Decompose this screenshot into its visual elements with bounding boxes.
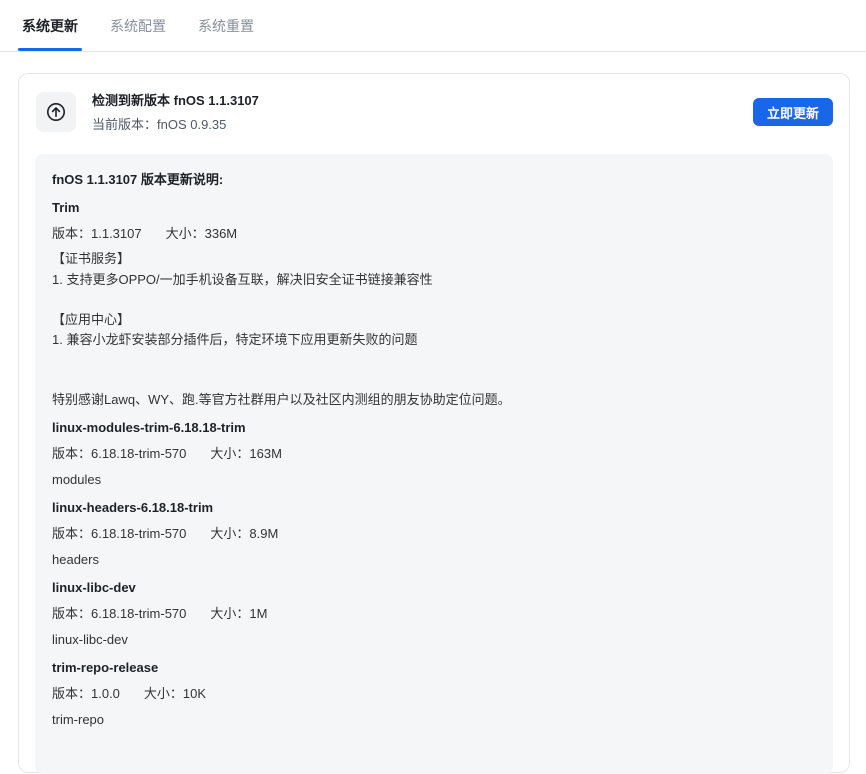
tab-system-reset[interactable]: 系统重置 — [198, 17, 254, 35]
package-desc: modules — [52, 472, 102, 487]
tab-bar: 系统更新 系统配置 系统重置 — [0, 0, 866, 52]
arrow-up-circle-icon — [47, 103, 65, 121]
package-version: 版本：1.0.0 — [52, 686, 120, 701]
active-tab-indicator — [18, 48, 82, 51]
package-version: 版本：1.1.3107 — [52, 226, 142, 241]
notes-section-title: 【应用中心】 — [52, 312, 131, 327]
package-meta: 版本：1.1.3107 大小：336M — [52, 225, 237, 243]
package-size: 大小：336M — [165, 226, 238, 241]
package-name: Trim — [52, 200, 80, 215]
package-desc: headers — [52, 552, 99, 567]
package-version: 版本：6.18.18-trim-570 — [52, 446, 187, 461]
package-name: linux-modules-trim-6.18.18-trim — [52, 420, 246, 435]
package-size: 大小：10K — [143, 686, 207, 701]
package-desc: linux-libc-dev — [52, 632, 128, 647]
package-size: 大小：163M — [210, 446, 282, 461]
package-name: linux-libc-dev — [52, 580, 136, 595]
package-meta: 版本：1.0.0 大小：10K — [52, 685, 206, 703]
package-version: 版本：6.18.18-trim-570 — [52, 526, 187, 541]
package-name: linux-headers-6.18.18-trim — [52, 500, 214, 515]
tab-system-config[interactable]: 系统配置 — [110, 17, 166, 35]
package-size: 大小：8.9M — [210, 526, 279, 541]
notes-item: 1. 兼容小龙虾安装部分插件后，特定环境下应用更新失败的问题 — [52, 332, 418, 347]
new-version-title: 检测到新版本 fnOS 1.1.3107 — [92, 93, 259, 108]
package-desc: trim-repo — [52, 712, 105, 727]
release-notes: fnOS 1.1.3107 版本更新说明: Trim 版本：1.1.3107 大小… — [35, 154, 833, 774]
update-icon-container — [36, 92, 76, 132]
release-notes-heading: fnOS 1.1.3107 版本更新说明: — [52, 172, 224, 187]
update-card: 检测到新版本 fnOS 1.1.3107 当前版本：fnOS 0.9.35 立即… — [18, 73, 850, 774]
package-meta: 版本：6.18.18-trim-570 大小：163M — [52, 445, 282, 463]
tab-system-update[interactable]: 系统更新 — [22, 17, 78, 35]
notes-item: 1. 支持更多OPPO/一加手机设备互联，解决旧安全证书链接兼容性 — [52, 272, 433, 287]
current-version-text: 当前版本：fnOS 0.9.35 — [92, 117, 227, 132]
notes-section-title: 【证书服务】 — [52, 251, 131, 266]
package-meta: 版本：6.18.18-trim-570 大小：1M — [52, 605, 267, 623]
package-name: trim-repo-release — [52, 660, 159, 675]
package-version: 版本：6.18.18-trim-570 — [52, 606, 187, 621]
update-now-button[interactable]: 立即更新 — [753, 98, 833, 126]
notes-thanks: 特别感谢Lawq、WY、跑.等官方社群用户以及社区内测组的朋友协助定位问题。 — [52, 392, 511, 407]
package-size: 大小：1M — [210, 606, 268, 621]
package-meta: 版本：6.18.18-trim-570 大小：8.9M — [52, 525, 278, 543]
